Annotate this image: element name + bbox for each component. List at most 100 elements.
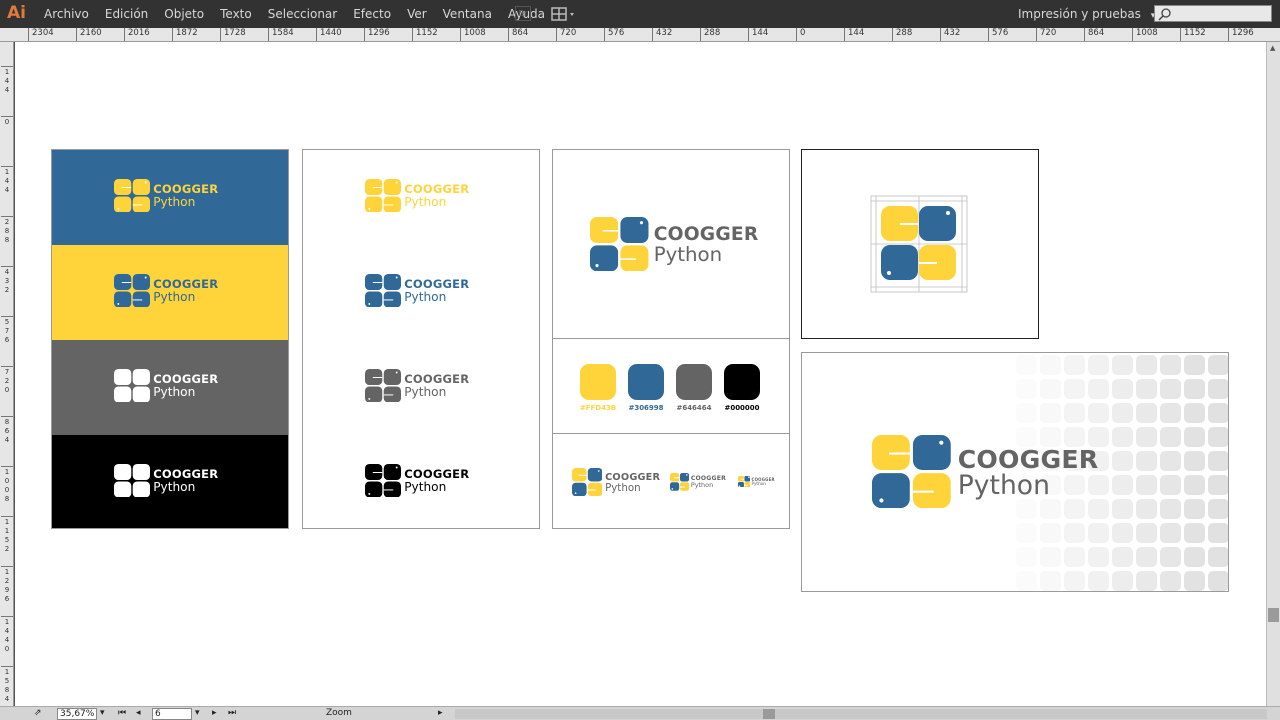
wordmark-coogger: COOGGER (404, 277, 470, 292)
ruler-tick: 864 (1084, 28, 1104, 41)
pattern-tile (1184, 379, 1205, 399)
pattern-tile (1160, 499, 1181, 519)
status-bar: ⇗ 35,67% ▾ ⏮ ◂ 6 ▾ ▸ ⏭ Zoom ▸ (0, 706, 1280, 720)
ruler-tick: 0 (796, 28, 805, 41)
python-logo-icon (572, 468, 603, 497)
last-artboard-icon[interactable]: ⏭ (228, 708, 236, 718)
pattern-tile (1040, 523, 1061, 543)
search-input[interactable] (1154, 5, 1272, 22)
artboard-icon-grid[interactable] (801, 149, 1039, 339)
artboard-main-logo[interactable]: COOGGER Python (552, 149, 790, 339)
pattern-tile (1088, 523, 1109, 543)
ruler-tick: 1872 (172, 28, 198, 41)
swatch-blue (628, 364, 664, 400)
hex-black: #000000 (724, 404, 760, 412)
menu-objeto[interactable]: Objeto (156, 7, 212, 21)
ruler-tick: 2304 (28, 28, 54, 41)
pattern-tile (1160, 523, 1181, 543)
pattern-tile (1184, 427, 1205, 447)
artboard-white-variants[interactable]: COOGGER Python COOGGER Python COOGGER Pytho… (302, 149, 540, 529)
pattern-tile (1160, 427, 1181, 447)
pattern-tile (1088, 547, 1109, 567)
artboard-color-palette[interactable]: #FFD43B #306998 #646464 #000000 (552, 338, 790, 434)
pattern-tile (1184, 451, 1205, 471)
previous-artboard-icon[interactable]: ◂ (136, 708, 141, 718)
python-logo-icon (114, 369, 150, 403)
python-logo-icon (872, 435, 951, 509)
vertical-scrollbar[interactable]: ▲ (1266, 42, 1280, 706)
pattern-tile (1112, 403, 1133, 423)
pattern-tile (1064, 523, 1085, 543)
pattern-tile (1112, 571, 1133, 591)
artboard-nav-icon[interactable]: ⇗ (34, 708, 42, 718)
canvas[interactable]: COOGGER Python COOGGER Python COOGGER Pytho… (15, 42, 1266, 706)
menu-seleccionar[interactable]: Seleccionar (260, 7, 345, 21)
pattern-tile (1064, 403, 1085, 423)
menu-edicion[interactable]: Edición (97, 7, 156, 21)
pattern-tile (1208, 403, 1228, 423)
ruler-tick: 720 (1036, 28, 1056, 41)
artboard-number-input[interactable]: 6 (152, 708, 192, 720)
ruler-tick: 1296 (1228, 28, 1254, 41)
pattern-tile (1160, 403, 1181, 423)
menu-texto[interactable]: Texto (212, 7, 260, 21)
wordmark-coogger: COOGGER (605, 471, 661, 483)
menu-ventana[interactable]: Ventana (435, 7, 500, 21)
artboard-color-backgrounds[interactable]: COOGGER Python COOGGER Python COOGGER Pytho… (51, 149, 289, 529)
ruler-tick: 1 5 8 4 (1, 666, 13, 704)
ruler-tick: 576 (604, 28, 624, 41)
pattern-tile (1112, 451, 1133, 471)
pattern-tile (1112, 475, 1133, 495)
menu-efecto[interactable]: Efecto (345, 7, 399, 21)
workspace-label: Impresión y pruebas (1018, 7, 1141, 21)
ruler-tick: 2 8 8 (1, 216, 13, 245)
pattern-tile (1088, 499, 1109, 519)
pattern-tile (1184, 499, 1205, 519)
menu-ver[interactable]: Ver (399, 7, 435, 21)
pattern-tile (1112, 427, 1133, 447)
wordmark-python: Python (690, 481, 714, 490)
pattern-tile (1208, 427, 1228, 447)
ruler-tick: 1 4 4 (1, 66, 13, 95)
arrange-documents-button[interactable] (550, 5, 580, 23)
menu-archivo[interactable]: Archivo (36, 7, 97, 21)
ruler-tick: 1584 (268, 28, 294, 41)
workspace-switcher[interactable]: Impresión y pruebas ▾ (1018, 7, 1155, 21)
pattern-tile (1136, 379, 1157, 399)
next-artboard-icon[interactable]: ▸ (212, 708, 217, 718)
python-logo-icon (114, 274, 150, 308)
pattern-tile (1112, 379, 1133, 399)
pattern-tile (1088, 379, 1109, 399)
status-menu-icon[interactable]: ▸ (438, 708, 443, 718)
scroll-up-icon[interactable]: ▲ (1270, 44, 1275, 52)
horizontal-scrollbar[interactable] (455, 709, 1267, 719)
ruler-tick: 144 (748, 28, 768, 41)
ruler-tick: 1 4 4 (1, 166, 13, 195)
band-black: COOGGER Python (52, 435, 288, 528)
ruler-tick: 864 (508, 28, 528, 41)
python-logo-icon (114, 179, 150, 213)
swatch-gray (676, 364, 712, 400)
ruler-tick: 7 2 0 (1, 366, 13, 395)
wordmark-coogger: COOGGER (153, 277, 219, 292)
ruler-tick: 1 1 5 2 (1, 516, 13, 554)
bridge-button[interactable]: Br (515, 6, 531, 21)
horizontal-scroll-thumb[interactable] (763, 709, 775, 719)
vertical-scroll-thumb[interactable] (1268, 608, 1279, 622)
python-logo-icon (738, 476, 751, 488)
pattern-tile (1136, 571, 1157, 591)
pattern-tile (1160, 547, 1181, 567)
ruler-tick: 288 (892, 28, 912, 41)
ruler-tick: 1008 (1132, 28, 1158, 41)
artboard-dropdown-icon[interactable]: ▾ (195, 708, 200, 718)
wordmark-python: Python (957, 470, 1050, 502)
zoom-input[interactable]: 35,67% (57, 708, 97, 720)
search-icon (1158, 8, 1171, 21)
ruler-tick: 2016 (124, 28, 150, 41)
first-artboard-icon[interactable]: ⏮ (118, 708, 126, 718)
artboard-size-variants[interactable]: COOGGER Python COOGGER Python COOGGER Pytho… (552, 433, 790, 529)
zoom-dropdown-icon[interactable]: ▾ (100, 708, 105, 718)
pattern-tile (1064, 355, 1085, 375)
band-gray: COOGGER Python (52, 340, 288, 435)
artboard-banner[interactable]: COOGGER Python (801, 352, 1229, 592)
